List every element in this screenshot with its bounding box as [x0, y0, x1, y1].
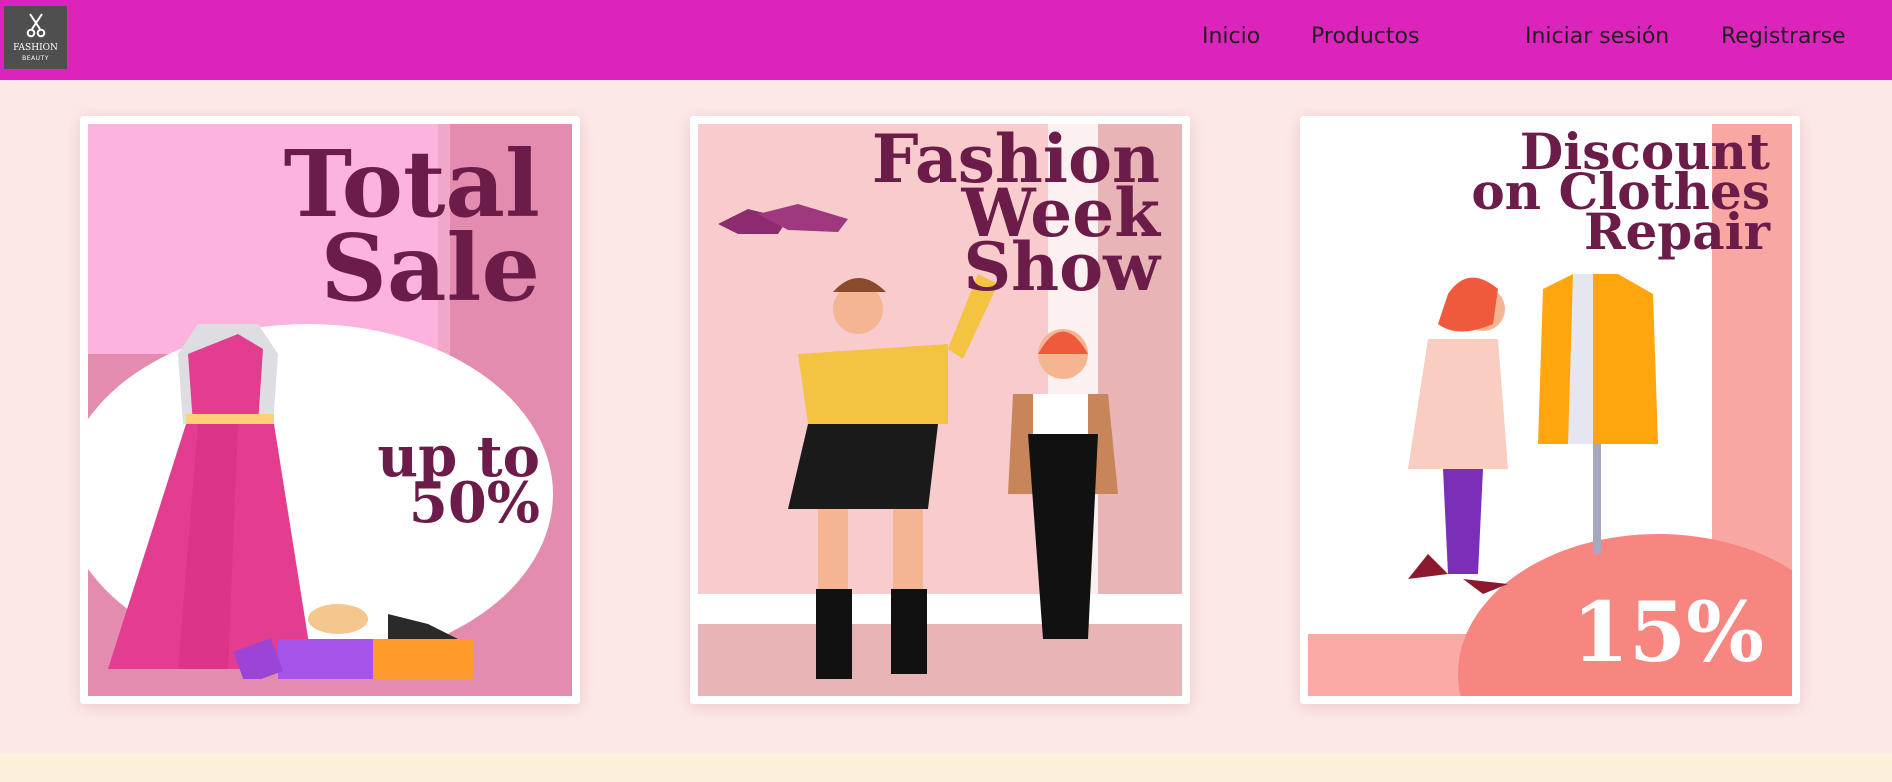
nav-registrarse[interactable]: Registrarse	[1721, 22, 1846, 52]
promo-card-fashion-week[interactable]: Fashion Week Show	[690, 116, 1190, 704]
discount-badge: 15%	[1571, 585, 1764, 681]
brand-tagline: BEAUTY	[22, 55, 49, 62]
navbar: FASHION BEAUTY Inicio Productos Iniciar …	[0, 0, 1892, 80]
promo-card-clothes-repair[interactable]: Discount on Clothes Repair 15%	[1300, 116, 1800, 704]
brand-name: FASHION	[13, 43, 58, 53]
card-subtitle: up to 50%	[377, 424, 540, 536]
brand-logo[interactable]: FASHION BEAUTY	[4, 6, 67, 69]
promo-card-total-sale[interactable]: Total Sale up to 50%	[80, 116, 580, 704]
nav-productos[interactable]: Productos	[1311, 22, 1419, 52]
card-title: Fashion Week Show	[871, 124, 1160, 306]
poster-fashion-week: Fashion Week Show	[698, 124, 1182, 696]
poster-total-sale: Total Sale up to 50%	[88, 124, 572, 696]
footer-strip	[0, 753, 1892, 782]
poster-clothes-repair: Discount on Clothes Repair 15%	[1308, 124, 1792, 696]
card-title: Total Sale	[283, 130, 540, 322]
nav-iniciar-sesion[interactable]: Iniciar sesión	[1525, 22, 1669, 52]
nav-inicio[interactable]: Inicio	[1202, 22, 1260, 52]
scissors-icon	[26, 13, 46, 38]
card-title: Discount on Clothes Repair	[1471, 124, 1770, 261]
